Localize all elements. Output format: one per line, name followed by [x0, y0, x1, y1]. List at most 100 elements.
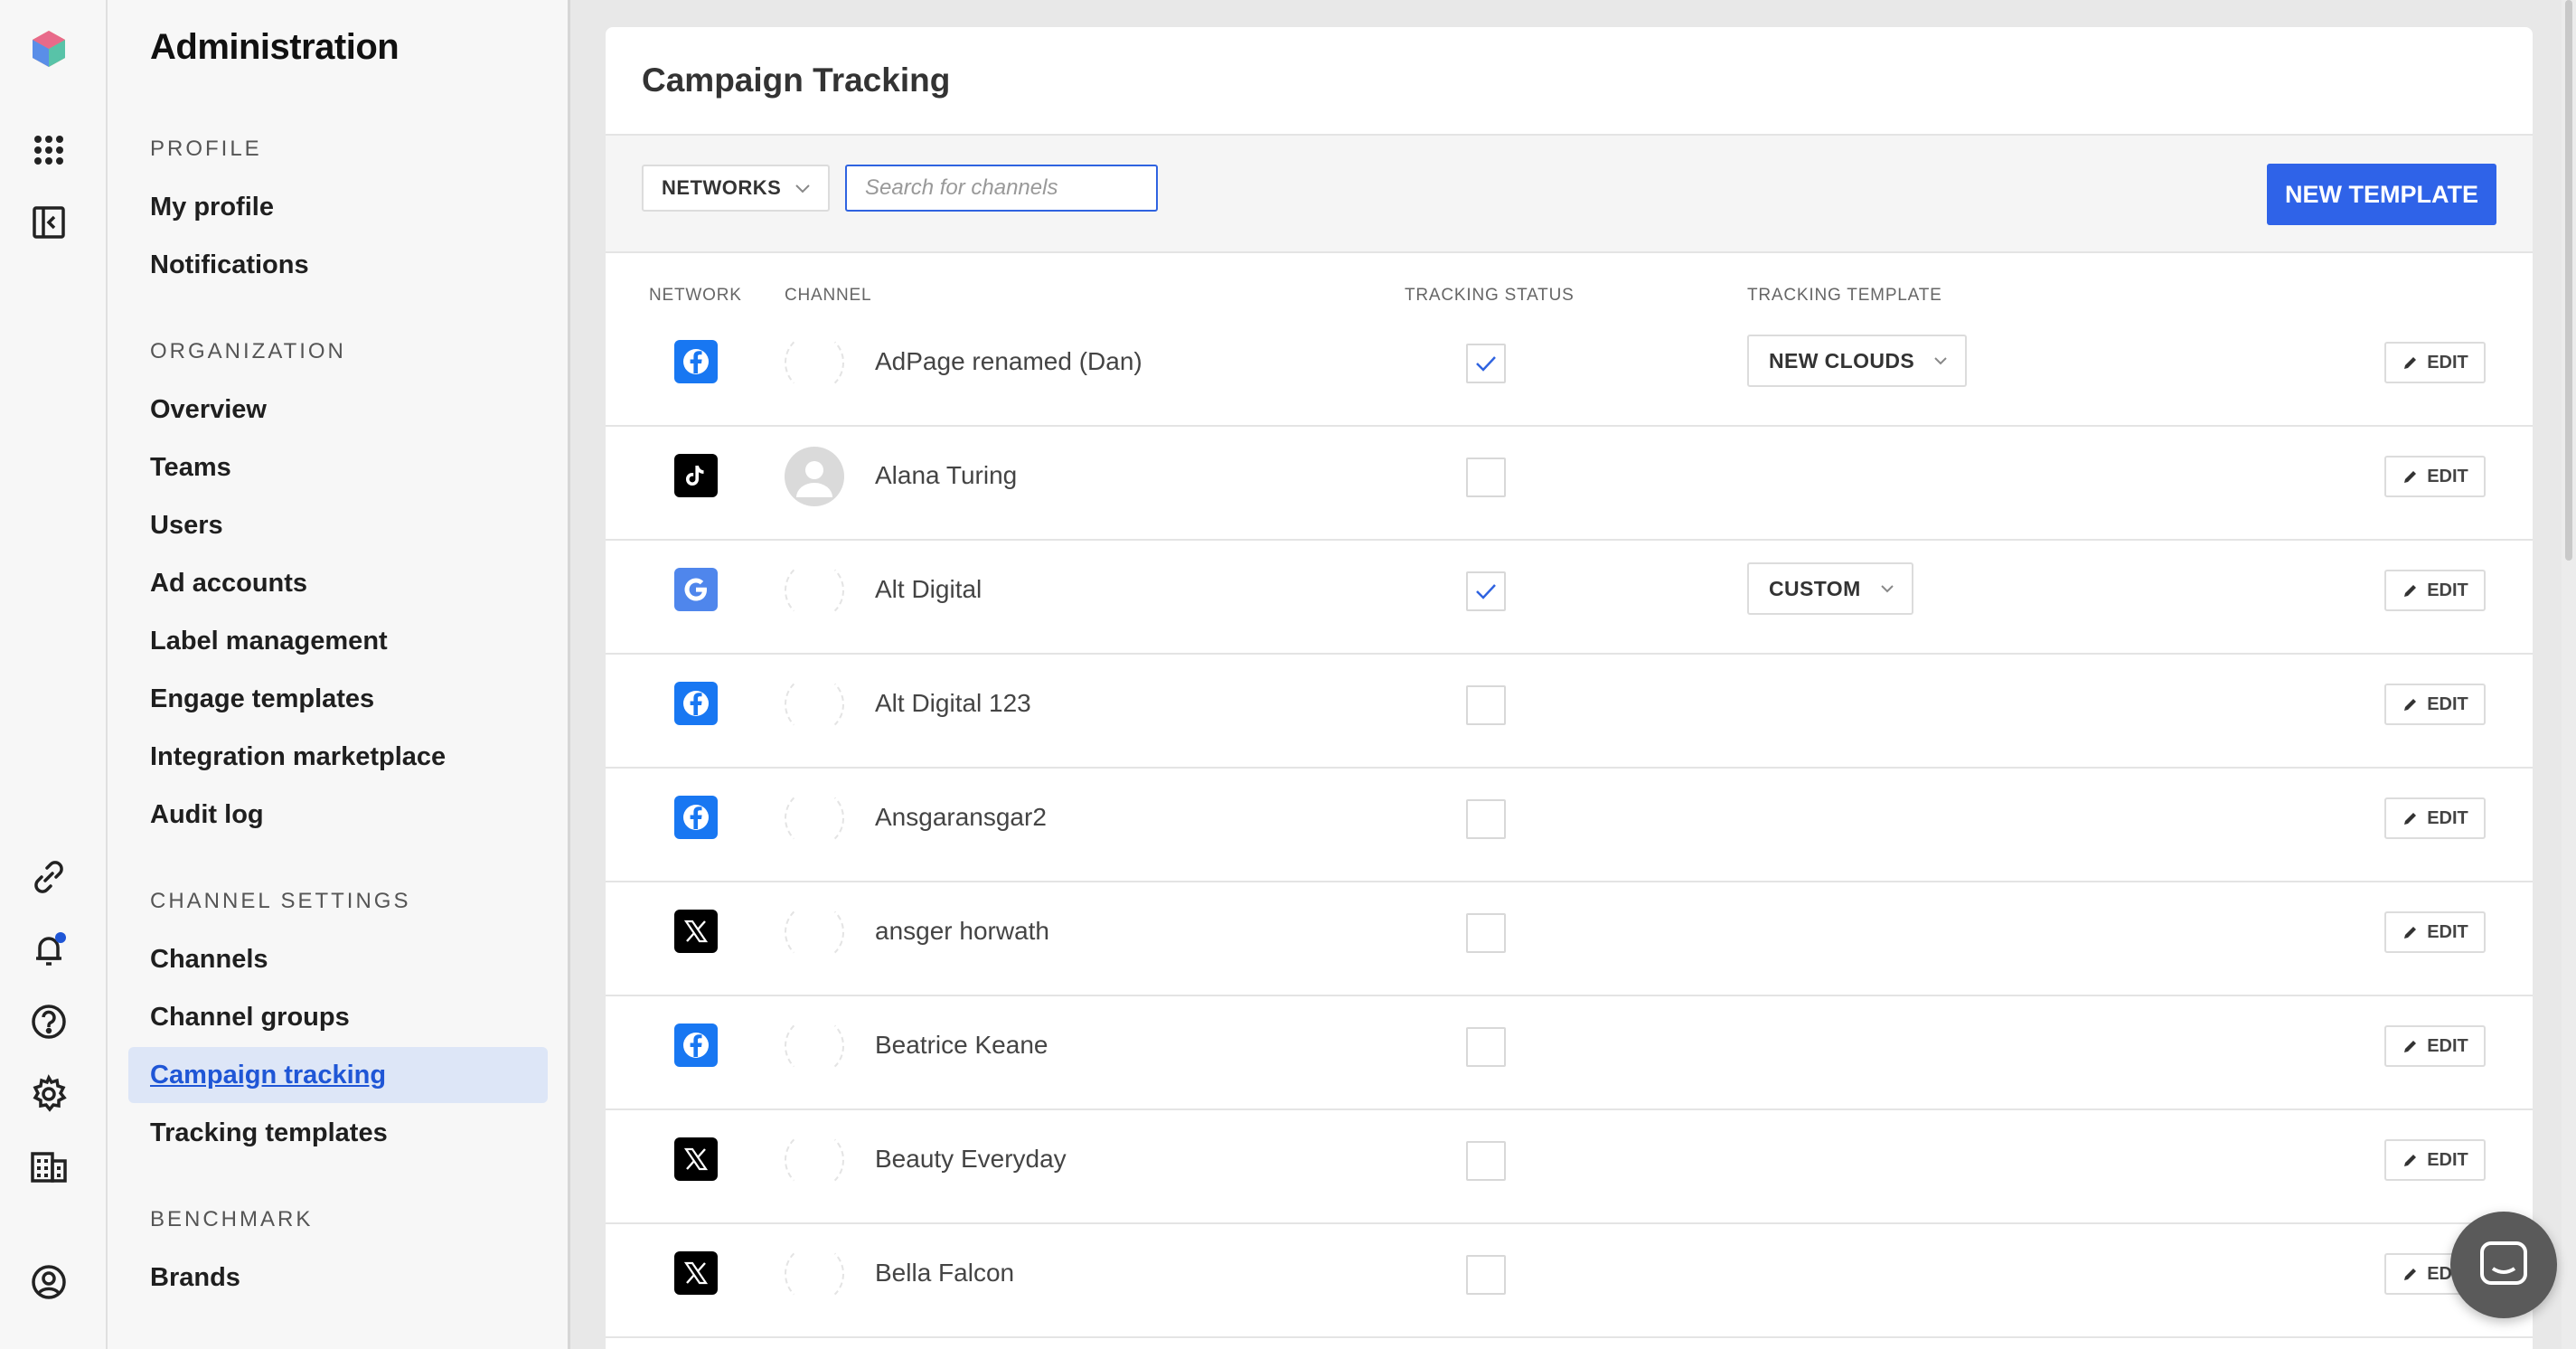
tracking-checkbox[interactable] [1466, 1255, 1506, 1295]
col-channel: CHANNEL [785, 286, 872, 305]
avatar [785, 333, 844, 392]
new-template-button[interactable]: NEW TEMPLATE [2267, 164, 2496, 225]
nav-tracking-templates[interactable]: Tracking templates [128, 1105, 548, 1161]
edit-label: EDIT [2427, 352, 2468, 373]
nav-brands[interactable]: Brands [128, 1250, 548, 1306]
networks-dropdown-label: NETWORKS [662, 176, 782, 199]
check-icon [1476, 584, 1496, 599]
nav-engage-templates[interactable]: Engage templates [128, 671, 548, 727]
edit-button[interactable]: EDIT [2384, 1025, 2486, 1067]
tracking-checkbox[interactable] [1466, 571, 1506, 611]
tracking-checkbox[interactable] [1466, 1027, 1506, 1067]
tracking-template-dropdown[interactable]: NEW CLOUDS [1747, 335, 1968, 387]
facebook-icon [674, 682, 718, 725]
apps-grid-icon[interactable] [27, 128, 71, 172]
avatar [785, 788, 844, 848]
facebook-icon [674, 796, 718, 839]
networks-dropdown[interactable]: NETWORKS [642, 165, 830, 212]
edit-label: EDIT [2427, 580, 2468, 600]
avatar [785, 1016, 844, 1076]
channel-name: Alana Turing [875, 461, 1018, 489]
edit-label: EDIT [2427, 466, 2468, 486]
google-icon [674, 568, 718, 611]
table-row: Beatrice Keane EDIT [606, 996, 2533, 1110]
scrollbar-thumb[interactable] [2565, 0, 2572, 561]
edit-button[interactable]: EDIT [2384, 911, 2486, 953]
tracking-checkbox[interactable] [1466, 799, 1506, 839]
x-icon [674, 1137, 718, 1181]
tracking-checkbox[interactable] [1466, 458, 1506, 497]
channel-name: ansger horwath [875, 917, 1050, 945]
toolbar: NETWORKS NEW TEMPLATE [606, 136, 2533, 253]
avatar [785, 1244, 844, 1304]
channel-name: Beatrice Keane [875, 1031, 1048, 1059]
nav-label-management[interactable]: Label management [128, 613, 548, 669]
nav-ad-accounts[interactable]: Ad accounts [128, 555, 548, 611]
account-icon[interactable] [27, 1260, 71, 1304]
nav-channel-groups[interactable]: Channel groups [128, 989, 548, 1045]
edit-button[interactable]: EDIT [2384, 456, 2486, 497]
nav-campaign-tracking[interactable]: Campaign tracking [128, 1047, 548, 1103]
chat-icon [2480, 1241, 2527, 1285]
tracking-checkbox[interactable] [1466, 1141, 1506, 1181]
facebook-icon [674, 340, 718, 383]
tracking-checkbox[interactable] [1466, 344, 1506, 383]
edit-button[interactable]: EDIT [2384, 570, 2486, 611]
pencil-icon [2404, 699, 2417, 711]
avatar [785, 447, 844, 506]
x-icon [674, 1251, 718, 1295]
nav-overview[interactable]: Overview [128, 382, 548, 438]
channel-name: Beauty Everyday [875, 1145, 1067, 1173]
campaign-tracking-card: Campaign Tracking NETWORKS NEW TEMPLATE … [606, 27, 2533, 1349]
building-icon[interactable] [27, 1145, 71, 1188]
col-network: NETWORK [649, 286, 742, 305]
edit-button[interactable]: EDIT [2384, 797, 2486, 839]
app-logo-icon[interactable] [27, 27, 71, 71]
tracking-template-label: NEW CLOUDS [1769, 348, 1915, 373]
nav-users[interactable]: Users [128, 497, 548, 553]
sidebar-toggle-icon[interactable] [27, 201, 71, 244]
edit-button[interactable]: EDIT [2384, 1139, 2486, 1181]
chevron-down-icon [1880, 585, 1894, 593]
nav-my-profile[interactable]: My profile [128, 179, 548, 235]
pencil-icon [2404, 1269, 2417, 1280]
chat-launcher-button[interactable] [2450, 1212, 2557, 1318]
tracking-checkbox[interactable] [1466, 685, 1506, 725]
pencil-icon [2404, 813, 2417, 825]
tiktok-icon [674, 454, 718, 497]
link-icon[interactable] [27, 855, 71, 899]
table-row: Alana Turing EDIT [606, 427, 2533, 541]
nav-channels[interactable]: Channels [128, 931, 548, 987]
pencil-icon [2404, 1041, 2417, 1052]
pencil-icon [2404, 471, 2417, 483]
col-tracking-status: TRACKING STATUS [1405, 286, 1575, 305]
gear-icon[interactable] [27, 1072, 71, 1116]
nav-integration-marketplace[interactable]: Integration marketplace [128, 729, 548, 785]
tracking-template-dropdown[interactable]: CUSTOM [1747, 562, 1913, 615]
nav-teams[interactable]: Teams [128, 439, 548, 495]
chevron-down-icon [795, 184, 810, 193]
table-row: ansger horwath EDIT [606, 882, 2533, 996]
table-row: Alt Digital 123 EDIT [606, 655, 2533, 769]
channel-name: Alt Digital [875, 575, 982, 603]
tracking-checkbox[interactable] [1466, 913, 1506, 953]
pencil-icon [2404, 1155, 2417, 1166]
search-input[interactable] [845, 165, 1158, 212]
section-channel-settings: CHANNEL SETTINGS [150, 889, 411, 913]
channel-name: Alt Digital 123 [875, 689, 1031, 717]
section-organization: ORGANIZATION [150, 339, 346, 363]
nav-notifications[interactable]: Notifications [128, 237, 548, 293]
col-tracking-template: TRACKING TEMPLATE [1747, 286, 1942, 305]
card-header: Campaign Tracking [606, 27, 2533, 136]
nav-audit-log[interactable]: Audit log [128, 787, 548, 843]
section-benchmark: BENCHMARK [150, 1207, 314, 1231]
help-icon[interactable] [27, 1000, 71, 1043]
table-row: Ansgaransgar2 EDIT [606, 769, 2533, 882]
table-row: Bella Falcon EDIT [606, 1224, 2533, 1338]
edit-button[interactable]: EDIT [2384, 684, 2486, 725]
edit-button[interactable]: EDIT [2384, 342, 2486, 383]
bell-icon[interactable] [27, 928, 71, 971]
section-profile: PROFILE [150, 137, 262, 161]
avatar [785, 1130, 844, 1190]
edit-label: EDIT [2427, 921, 2468, 942]
